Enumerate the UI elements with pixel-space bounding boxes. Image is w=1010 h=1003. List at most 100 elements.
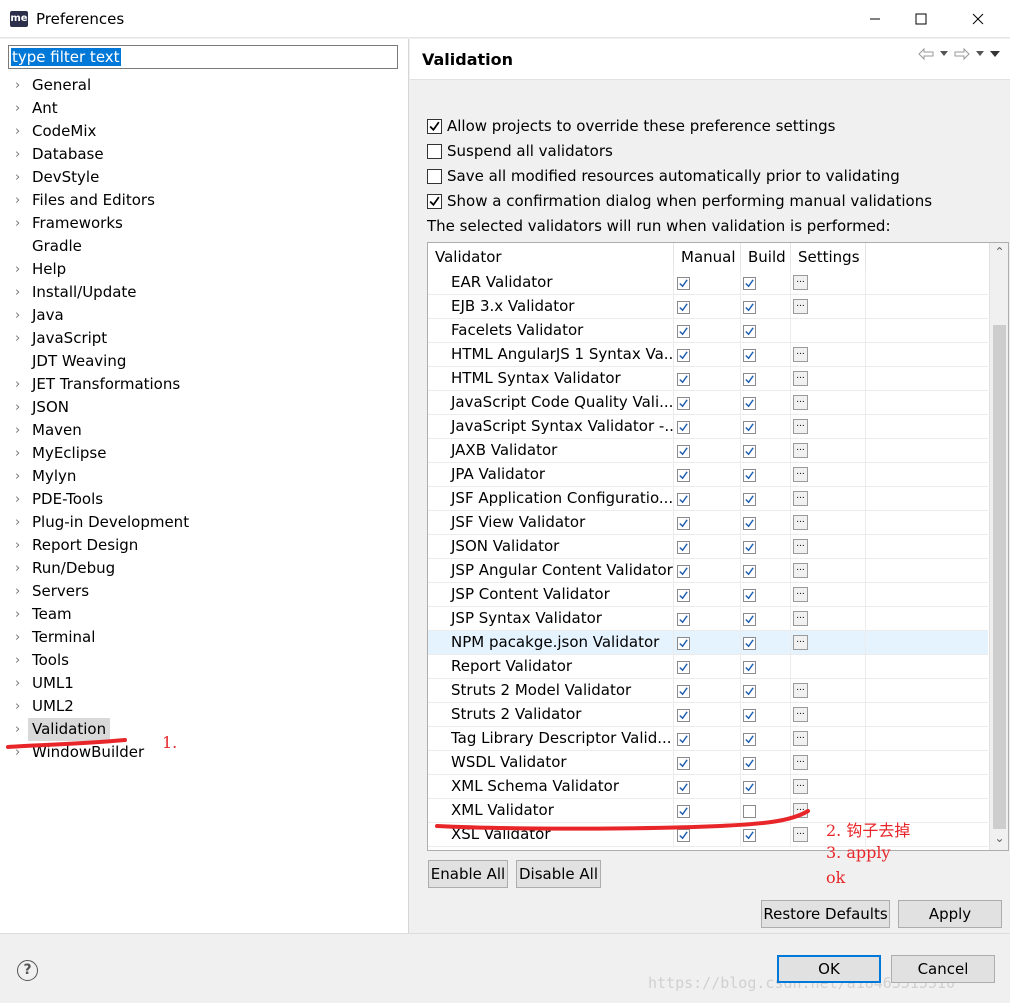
expand-arrow-icon[interactable]: › [15,534,27,557]
table-scrollbar[interactable]: ⌃ ⌄ [989,243,1008,850]
restore-defaults-button[interactable]: Restore Defaults [761,900,890,928]
manual-checkbox[interactable] [677,733,690,746]
tree-item-run-debug[interactable]: › Run/Debug [0,557,409,580]
tree-item-myeclipse[interactable]: › MyEclipse [0,442,409,465]
manual-checkbox[interactable] [677,829,690,842]
build-checkbox[interactable] [743,517,756,530]
settings-button[interactable]: ... [793,395,808,410]
build-checkbox[interactable] [743,541,756,554]
filter-text[interactable]: type filter text [11,48,121,66]
cancel-button[interactable]: Cancel [891,955,995,983]
expand-arrow-icon[interactable]: › [15,465,27,488]
table-row[interactable]: JPA Validator... [428,463,988,487]
table-row[interactable]: EAR Validator... [428,271,988,295]
tree-item-javascript[interactable]: › JavaScript [0,327,409,350]
settings-button[interactable]: ... [793,275,808,290]
settings-button[interactable]: ... [793,731,808,746]
tree-item-help[interactable]: › Help [0,258,409,281]
table-row[interactable]: Facelets Validator [428,319,988,343]
tree-item-windowbuilder[interactable]: › WindowBuilder [0,741,409,764]
settings-button[interactable]: ... [793,611,808,626]
expand-arrow-icon[interactable]: › [15,718,27,741]
manual-checkbox[interactable] [677,709,690,722]
tree-item-jet-transformations[interactable]: › JET Transformations [0,373,409,396]
build-checkbox[interactable] [743,829,756,842]
expand-arrow-icon[interactable]: › [15,304,27,327]
build-checkbox[interactable] [743,493,756,506]
tree-item-json[interactable]: › JSON [0,396,409,419]
manual-checkbox[interactable] [677,565,690,578]
build-checkbox[interactable] [743,661,756,674]
build-checkbox[interactable] [743,373,756,386]
settings-button[interactable]: ... [793,347,808,362]
expand-arrow-icon[interactable]: › [15,626,27,649]
tree-item-java[interactable]: › Java [0,304,409,327]
build-checkbox[interactable] [743,637,756,650]
minimize-button[interactable] [852,0,898,38]
expand-arrow-icon[interactable]: › [15,189,27,212]
close-button[interactable] [955,0,1001,38]
scroll-up-icon[interactable]: ⌃ [990,245,1008,262]
table-row[interactable]: XML Schema Validator... [428,775,988,799]
expand-arrow-icon[interactable]: › [15,672,27,695]
table-row[interactable]: JavaScript Syntax Validator -...... [428,415,988,439]
expand-arrow-icon[interactable]: › [15,143,27,166]
manual-checkbox[interactable] [677,325,690,338]
option-1[interactable]: Allow projects to override these prefere… [427,115,835,137]
option-4[interactable]: Show a confirmation dialog when performi… [427,190,932,212]
build-checkbox[interactable] [743,421,756,434]
build-checkbox[interactable] [743,397,756,410]
table-row[interactable]: EJB 3.x Validator... [428,295,988,319]
tree-item-database[interactable]: › Database [0,143,409,166]
expand-arrow-icon[interactable]: › [15,97,27,120]
build-checkbox[interactable] [743,445,756,458]
table-row[interactable]: HTML Syntax Validator... [428,367,988,391]
header-manual[interactable]: Manual [674,243,741,271]
table-row[interactable]: JSON Validator... [428,535,988,559]
forward-icon[interactable] [954,48,970,60]
expand-arrow-icon[interactable]: › [15,74,27,97]
settings-button[interactable]: ... [793,803,808,818]
expand-arrow-icon[interactable]: › [15,419,27,442]
manual-checkbox[interactable] [677,493,690,506]
build-checkbox[interactable] [743,301,756,314]
build-checkbox[interactable] [743,781,756,794]
settings-button[interactable]: ... [793,443,808,458]
build-checkbox[interactable] [743,805,756,818]
settings-button[interactable]: ... [793,299,808,314]
tree-item-terminal[interactable]: › Terminal [0,626,409,649]
expand-arrow-icon[interactable]: › [15,327,27,350]
manual-checkbox[interactable] [677,397,690,410]
table-row[interactable]: JSP Syntax Validator... [428,607,988,631]
settings-button[interactable]: ... [793,779,808,794]
settings-button[interactable]: ... [793,491,808,506]
manual-checkbox[interactable] [677,781,690,794]
filter-input[interactable]: type filter text [8,45,398,69]
table-row[interactable]: Struts 2 Validator... [428,703,988,727]
manual-checkbox[interactable] [677,277,690,290]
table-row[interactable]: JAXB Validator... [428,439,988,463]
tree-item-servers[interactable]: › Servers [0,580,409,603]
disable-all-button[interactable]: Disable All [516,860,601,888]
table-row[interactable]: JSP Angular Content Validator... [428,559,988,583]
tree-item-report-design[interactable]: › Report Design [0,534,409,557]
tree-item-install-update[interactable]: › Install/Update [0,281,409,304]
help-icon[interactable]: ? [17,960,38,981]
header-validator[interactable]: Validator [428,243,674,271]
manual-checkbox[interactable] [677,541,690,554]
expand-arrow-icon[interactable]: › [15,258,27,281]
expand-arrow-icon[interactable]: › [15,557,27,580]
table-row[interactable]: Report Validator [428,655,988,679]
settings-button[interactable]: ... [793,635,808,650]
manual-checkbox[interactable] [677,661,690,674]
expand-arrow-icon[interactable]: › [15,603,27,626]
scrollbar-thumb[interactable] [993,325,1006,829]
manual-checkbox[interactable] [677,757,690,770]
build-checkbox[interactable] [743,709,756,722]
expand-arrow-icon[interactable]: › [15,281,27,304]
tree-item-gradle[interactable]: Gradle [0,235,409,258]
table-row[interactable]: Tag Library Descriptor Valid...... [428,727,988,751]
table-row[interactable]: JSP Content Validator... [428,583,988,607]
expand-arrow-icon[interactable]: › [15,373,27,396]
tree-item-uml2[interactable]: › UML2 [0,695,409,718]
